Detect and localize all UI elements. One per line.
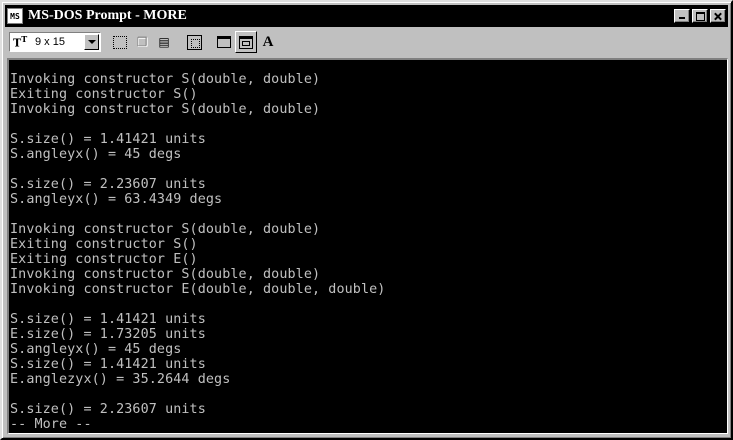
truetype-font-icon: TT <box>13 34 28 50</box>
fullscreen-icon <box>186 34 202 50</box>
console-line: S.angleyx() = 63.4349 degs <box>10 192 223 207</box>
console-line: Invoking constructor E(double, double, d… <box>10 282 386 297</box>
console-line: -- More -- <box>10 417 92 432</box>
console-line: Invoking constructor S(double, double) <box>10 102 321 117</box>
fullscreen-button[interactable] <box>183 31 205 53</box>
console-line: Exiting constructor S() <box>10 237 198 252</box>
properties-button[interactable] <box>213 31 235 53</box>
toolbar: TT 9 x 15 ❐ ▤ A <box>5 29 728 55</box>
console-line: E.anglezyx() = 35.2644 degs <box>10 372 231 387</box>
console-line: Exiting constructor E() <box>10 252 198 267</box>
background-button[interactable] <box>235 31 257 53</box>
font-icon: A <box>262 33 274 50</box>
console-line: S.size() = 2.23607 units <box>10 402 206 417</box>
mark-button[interactable] <box>109 31 131 53</box>
close-button[interactable] <box>710 9 726 23</box>
console-line: Exiting constructor S() <box>10 87 198 102</box>
console-line: S.size() = 1.41421 units <box>10 132 206 147</box>
properties-icon <box>217 36 231 48</box>
toolbar-separator <box>205 31 213 53</box>
console-line: Invoking constructor S(double, double) <box>10 222 321 237</box>
console-line: Invoking constructor S(double, double) <box>10 267 321 282</box>
console-line: Invoking constructor S(double, double) <box>10 72 321 87</box>
console-line: S.size() = 1.41421 units <box>10 357 206 372</box>
background-icon <box>239 35 253 49</box>
toolbar-separator <box>101 31 109 53</box>
copy-icon: ❐ <box>136 35 148 49</box>
toolbar-separator <box>175 31 183 53</box>
font-button[interactable]: A <box>257 31 279 53</box>
maximize-button[interactable] <box>692 9 708 23</box>
font-size-value: 9 x 15 <box>35 36 65 48</box>
paste-button[interactable]: ▤ <box>153 31 175 53</box>
console-line: S.size() = 1.41421 units <box>10 312 206 327</box>
console-line: S.size() = 2.23607 units <box>10 177 206 192</box>
console-line: E.size() = 1.73205 units <box>10 327 206 342</box>
minimize-button[interactable] <box>674 9 690 23</box>
paste-icon: ▤ <box>158 35 170 49</box>
console-line: S.angleyx() = 45 degs <box>10 342 182 357</box>
mark-icon <box>113 35 127 49</box>
chevron-down-icon[interactable] <box>84 34 99 50</box>
window-title: MS-DOS Prompt - MORE <box>28 8 187 23</box>
font-size-select[interactable]: TT 9 x 15 <box>9 32 101 52</box>
msdos-icon[interactable]: MS <box>7 8 23 24</box>
console-output[interactable]: Invoking constructor S(double, double) Ex… <box>7 58 728 434</box>
copy-button[interactable]: ❐ <box>131 31 153 53</box>
console-lines: Invoking constructor S(double, double) Ex… <box>10 72 385 432</box>
console-line: S.angleyx() = 45 degs <box>10 147 182 162</box>
title-bar[interactable]: MS MS-DOS Prompt - MORE <box>5 5 728 27</box>
msdos-window: MS MS-DOS Prompt - MORE TT 9 x 15 ❐ ▤ A … <box>0 0 733 440</box>
